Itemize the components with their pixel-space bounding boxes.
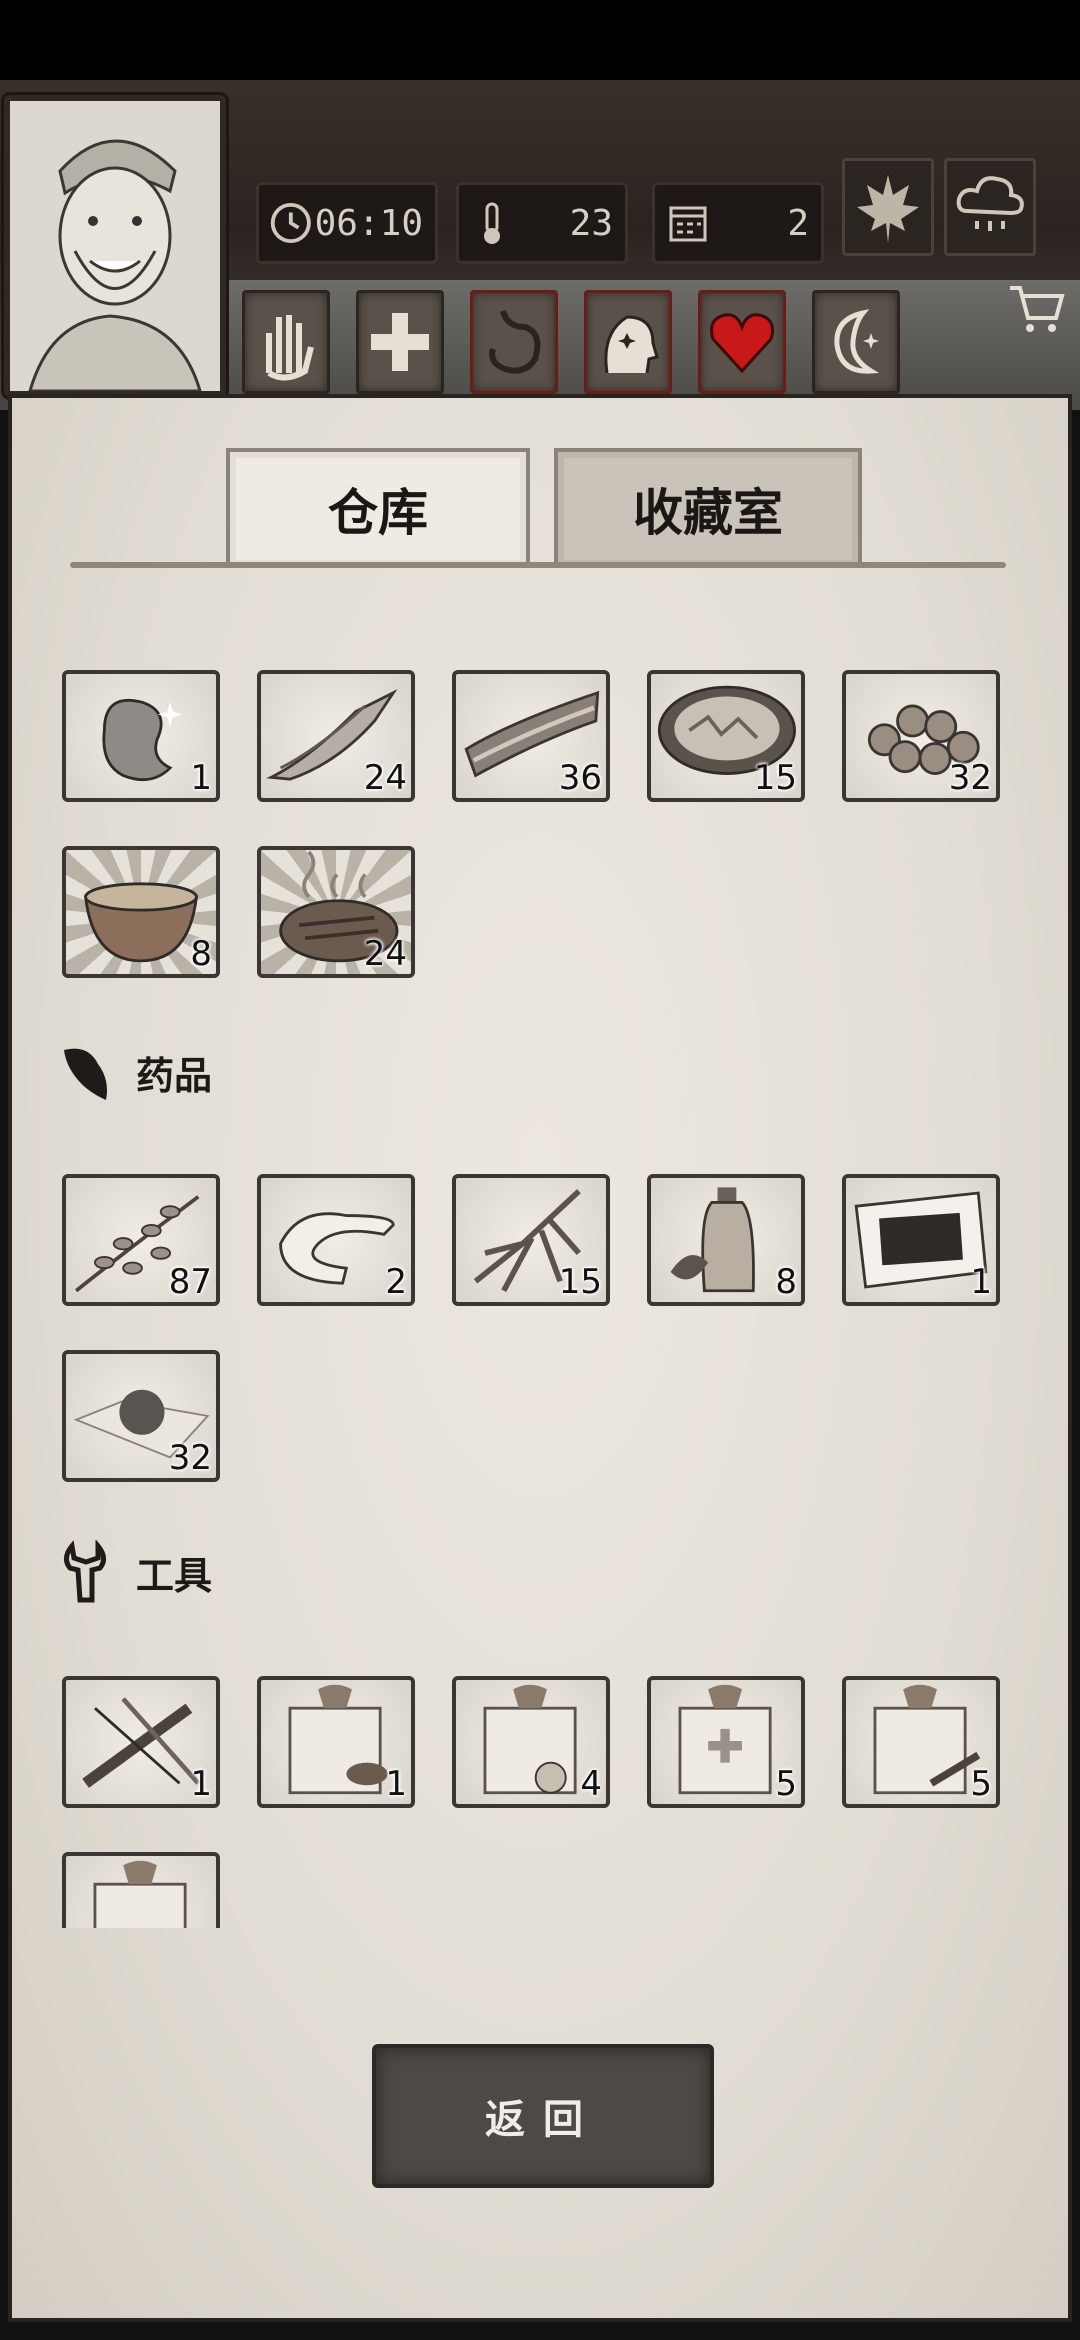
item-slot[interactable]: 1	[62, 1676, 220, 1808]
item-count: 4	[580, 1764, 602, 1804]
item-count: 15	[558, 1262, 602, 1302]
health-cross-icon	[371, 313, 429, 371]
item-slot[interactable]: 87	[62, 1174, 220, 1306]
item-count: 2	[385, 1262, 407, 1302]
item-slot[interactable]: 24	[257, 846, 415, 978]
moon-icon	[834, 309, 880, 374]
item-count: 5	[775, 1764, 797, 1804]
day-display: 2	[652, 182, 824, 264]
section-title: 药品	[136, 1052, 213, 1098]
weather-button[interactable]	[944, 158, 1036, 256]
item-count: 24	[363, 758, 407, 798]
item-slot[interactable]: 1	[257, 1676, 415, 1808]
item-slot[interactable]: 8	[647, 1174, 805, 1306]
item-count: 24	[363, 934, 407, 974]
heart-icon	[710, 313, 774, 374]
wrench-icon	[64, 1540, 106, 1603]
system-status-bar	[0, 0, 1080, 80]
status-heart[interactable]	[698, 290, 786, 394]
status-hunger[interactable]	[470, 290, 558, 394]
item-slot[interactable]: 5	[647, 1676, 805, 1808]
item-slot[interactable]: 15	[647, 670, 805, 802]
item-slot[interactable]: 5	[842, 1676, 1000, 1808]
item-slot[interactable]: 8	[62, 846, 220, 978]
clock-icon	[270, 202, 311, 244]
item-count: 1	[190, 758, 212, 798]
mind-icon	[604, 315, 659, 374]
status-hand[interactable]	[242, 290, 330, 394]
inventory-scroll-area[interactable]: 1 24 36 15 32 8 24 药品 87 2 15 8 1 32 工具 …	[12, 600, 1068, 1928]
status-sleep[interactable]	[812, 290, 900, 394]
back-button[interactable]: 返回	[372, 2044, 714, 2188]
item-slot[interactable]: 2	[257, 1174, 415, 1306]
leaf-icon	[64, 1048, 107, 1100]
section-medicine: 药品	[58, 1040, 212, 1104]
item-count: 15	[753, 758, 797, 798]
shop-cart-icon[interactable]	[1006, 278, 1066, 338]
item-count: 1	[385, 1764, 407, 1804]
item-slot[interactable]: 1	[842, 1174, 1000, 1306]
rain-cloud-icon	[956, 176, 1024, 231]
tab-collection[interactable]: 收藏室	[554, 448, 862, 566]
calendar-icon	[669, 206, 707, 242]
item-count: 32	[948, 758, 992, 798]
character-portrait[interactable]	[4, 95, 226, 397]
item-count: 5	[970, 1764, 992, 1804]
item-slot[interactable]: 24	[257, 670, 415, 802]
tab-warehouse[interactable]: 仓库	[226, 448, 530, 566]
section-title: 工具	[136, 1552, 213, 1598]
gift-box-icon	[93, 1860, 187, 1928]
thermometer-icon	[484, 202, 500, 244]
item-slot[interactable]	[62, 1852, 220, 1928]
temperature-value: 23	[569, 202, 613, 244]
section-tools: 工具	[58, 1540, 212, 1604]
hand-icon	[266, 315, 314, 381]
status-mind[interactable]	[584, 290, 672, 394]
item-slot[interactable]: 4	[452, 1676, 610, 1808]
day-value: 2	[787, 202, 809, 244]
item-slot[interactable]: 32	[62, 1350, 220, 1482]
stomach-icon	[489, 310, 541, 374]
item-count: 8	[190, 934, 212, 974]
tab-divider	[70, 562, 1006, 568]
item-slot[interactable]: 1	[62, 670, 220, 802]
item-count: 32	[168, 1438, 212, 1478]
item-count: 87	[168, 1262, 212, 1302]
status-health[interactable]	[356, 290, 444, 394]
item-slot[interactable]: 15	[452, 1174, 610, 1306]
item-count: 1	[190, 1764, 212, 1804]
item-count: 8	[775, 1262, 797, 1302]
time-value: 06:10	[314, 202, 423, 244]
item-count: 1	[970, 1262, 992, 1302]
item-count: 36	[558, 758, 602, 798]
temperature-display: 23	[456, 182, 628, 264]
time-display: 06:10	[256, 182, 438, 264]
item-slot[interactable]: 36	[452, 670, 610, 802]
maple-leaf-icon	[857, 175, 919, 243]
item-slot[interactable]: 32	[842, 670, 1000, 802]
season-button[interactable]	[842, 158, 934, 256]
